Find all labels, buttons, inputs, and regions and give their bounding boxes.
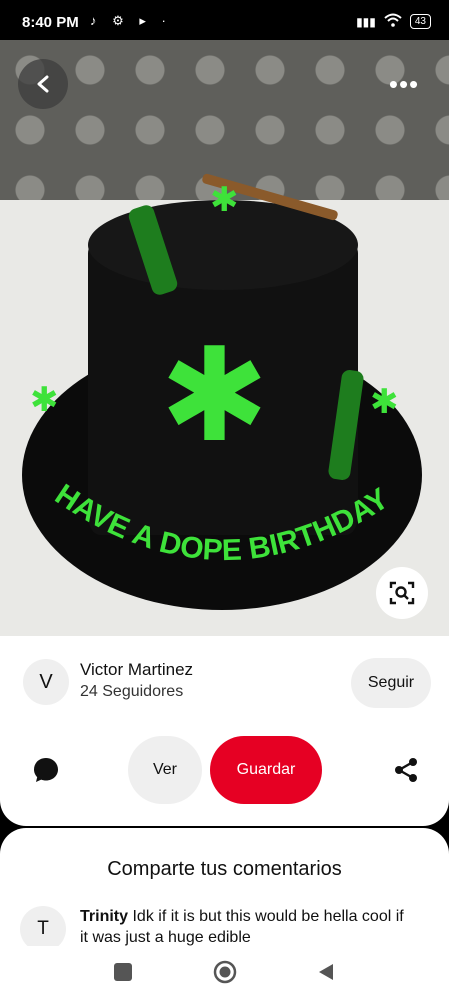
share-button[interactable] (393, 757, 419, 783)
comment-icon (34, 758, 58, 782)
home-icon (213, 960, 237, 984)
system-icons: ▮▮▮ 43 (356, 13, 431, 30)
svg-text:HAVE A DOPE BIRTHDAY: HAVE A DOPE BIRTHDAY (49, 480, 395, 567)
view-button[interactable]: Ver (128, 736, 202, 804)
recent-apps-button[interactable] (114, 963, 132, 981)
share-icon (395, 758, 417, 782)
save-button[interactable]: Guardar (210, 736, 322, 804)
comment-button[interactable] (32, 756, 60, 784)
leaf-icon: ✱ (30, 381, 59, 419)
author-name[interactable]: Victor Martinez (80, 660, 193, 680)
battery-icon: 43 (409, 14, 431, 29)
more-icon: ••• (388, 68, 420, 99)
leaf-icon: ✱ (210, 181, 239, 219)
chevron-left-icon (37, 75, 49, 93)
nav-back-button[interactable] (316, 962, 336, 982)
lens-icon (389, 581, 415, 605)
status-bar: 8:40 PM ♪ ⚙ ▸ · ▮▮▮ 43 (0, 0, 449, 40)
cake-lettering: HAVE A DOPE BIRTHDAY (49, 480, 395, 567)
visual-search-button[interactable] (376, 567, 428, 619)
leaf-icon: ✱ (160, 322, 269, 468)
pin-image[interactable]: ✱ ✱ ✱ ✱ HAVE A DOPE BIRTHDAY ••• (0, 40, 449, 650)
comments-title: Comparte tus comentarios (107, 858, 342, 880)
author-followers: 24 Seguidores (80, 683, 184, 700)
leaf-icon: ✱ (370, 383, 399, 421)
comment-text: Idk if it is but this would be hella coo… (80, 908, 404, 946)
status-time: 8:40 PM (22, 14, 79, 31)
notification-icons: ♪ ⚙ ▸ · (90, 13, 172, 28)
cake-lettering-text: HAVE A DOPE BIRTHDAY (49, 480, 395, 567)
wifi-icon (384, 13, 402, 30)
comment-item: Trinity Idk if it is but this would be h… (80, 906, 410, 946)
signal-icon: ▮▮▮ (356, 14, 376, 29)
follow-button[interactable]: Seguir (351, 658, 431, 708)
triangle-back-icon (319, 964, 333, 980)
author-avatar[interactable]: V (23, 659, 69, 705)
home-button[interactable] (213, 960, 237, 984)
more-options-button[interactable]: ••• (381, 62, 427, 106)
commenter-name[interactable]: Trinity (80, 908, 128, 925)
back-button[interactable] (18, 59, 68, 109)
